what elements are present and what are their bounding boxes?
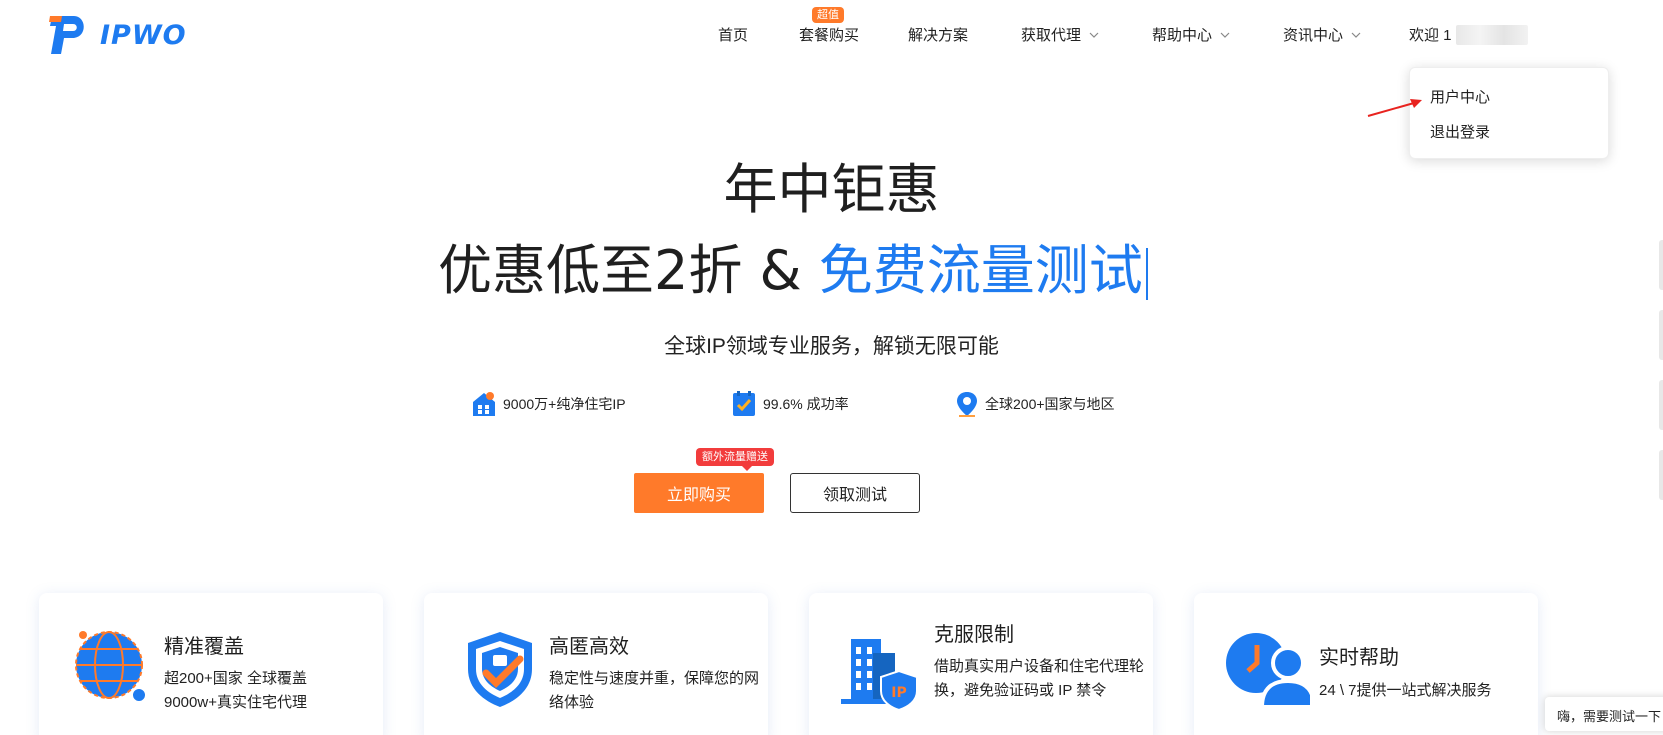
hero-subtitle-highlight: 免费流量测试 <box>818 239 1143 302</box>
building-ip-icon: IP <box>841 639 918 712</box>
nav-news-center[interactable]: 资讯中心 <box>1283 24 1361 45</box>
location-pin-icon <box>957 392 977 417</box>
brand-logo[interactable]: IPWO <box>48 14 187 56</box>
card-desc: 24 \ 7提供一站式解决服务 <box>1319 682 1492 699</box>
card-desc: 超200+国家 全球覆盖 9000w+真实住宅代理 <box>164 670 307 711</box>
menu-item-user-center[interactable]: 用户中心 <box>1430 86 1490 107</box>
feature-residential-ip: 9000万+纯净住宅IP <box>471 390 626 418</box>
side-tab[interactable] <box>1659 310 1663 360</box>
house-icon <box>473 392 495 416</box>
value-badge: 超值 <box>812 7 844 23</box>
card-title: 高匿高效 <box>549 636 629 658</box>
chevron-down-icon <box>1351 32 1361 38</box>
chevron-down-icon <box>1089 32 1099 38</box>
hero-title: 年中钜惠 <box>723 158 940 221</box>
card-realtime-help: 实时帮助 24 \ 7提供一站式解决服务 <box>1194 593 1538 735</box>
feature-text: 9000万+纯净住宅IP <box>503 396 626 412</box>
nav-news-center-label: 资讯中心 <box>1283 27 1344 44</box>
feature-countries: 全球200+国家与地区 <box>955 390 1115 418</box>
nav-home-label: 首页 <box>718 27 749 44</box>
feature-success-rate: 99.6% 成功率 <box>731 390 849 418</box>
card-title: 精准覆盖 <box>164 636 244 658</box>
username-blurred <box>1455 24 1528 45</box>
annotation-arrow-icon <box>1367 99 1422 117</box>
buy-now-button[interactable]: 立即购买 <box>634 473 764 513</box>
menu-item-logout[interactable]: 退出登录 <box>1430 121 1490 142</box>
side-tab[interactable] <box>1659 450 1663 500</box>
checklist-icon <box>733 391 755 416</box>
hero-tagline: 全球IP领域专业服务，解锁无限可能 <box>664 335 999 358</box>
card-high-anonymity: 高匿高效 稳定性与速度并重，保障您的网络体验 <box>424 593 768 735</box>
support-icon <box>1226 633 1310 707</box>
nav-packages[interactable]: 套餐购买 <box>799 24 859 45</box>
hero-subtitle: 优惠低至2折 & 免费流量测试 <box>438 226 1148 305</box>
nav-help-center-label: 帮助中心 <box>1152 27 1213 44</box>
typing-cursor <box>1145 248 1148 301</box>
chevron-down-icon <box>1220 32 1230 38</box>
card-overcome-limits: IP 克服限制 借助真实用户设备和住宅代理轮换，避免验证码或 IP 禁令 <box>809 593 1153 735</box>
nav-packages-label: 套餐购买 <box>799 27 860 44</box>
card-title: 克服限制 <box>934 624 1014 646</box>
welcome-text: 欢迎 1 <box>1409 27 1452 44</box>
feature-text: 99.6% 成功率 <box>763 396 849 412</box>
card-desc: 借助真实用户设备和住宅代理轮换，避免验证码或 IP 禁令 <box>934 658 1145 699</box>
nav-get-proxy[interactable]: 获取代理 <box>1021 24 1099 45</box>
globe-icon <box>75 631 147 703</box>
svg-text:IP: IP <box>891 685 906 701</box>
hero-subtitle-prefix: 优惠低至2折 & <box>438 239 819 302</box>
card-desc: 稳定性与速度并重，保障您的网络体验 <box>549 670 760 711</box>
user-welcome[interactable]: 欢迎 1 <box>1409 24 1528 45</box>
nav-help-center[interactable]: 帮助中心 <box>1152 24 1230 45</box>
feature-text: 全球200+国家与地区 <box>985 396 1115 412</box>
logo-mark-icon <box>49 16 84 54</box>
card-precise-coverage: 精准覆盖 超200+国家 全球覆盖 9000w+真实住宅代理 <box>39 593 383 735</box>
get-trial-button[interactable]: 领取测试 <box>790 473 920 513</box>
nav-home[interactable]: 首页 <box>718 24 748 45</box>
extra-traffic-badge: 额外流量赠送 <box>696 448 774 471</box>
chat-tooltip[interactable]: 嗨，需要测试一下 <box>1545 697 1663 731</box>
card-title: 实时帮助 <box>1319 647 1399 669</box>
logo-text: IPWO <box>100 19 187 51</box>
nav-get-proxy-label: 获取代理 <box>1021 27 1082 44</box>
shield-icon <box>468 632 532 707</box>
side-tab[interactable] <box>1659 380 1663 430</box>
side-tab[interactable] <box>1659 240 1663 290</box>
nav-solutions-label: 解决方案 <box>908 27 969 44</box>
nav-solutions[interactable]: 解决方案 <box>908 24 968 45</box>
